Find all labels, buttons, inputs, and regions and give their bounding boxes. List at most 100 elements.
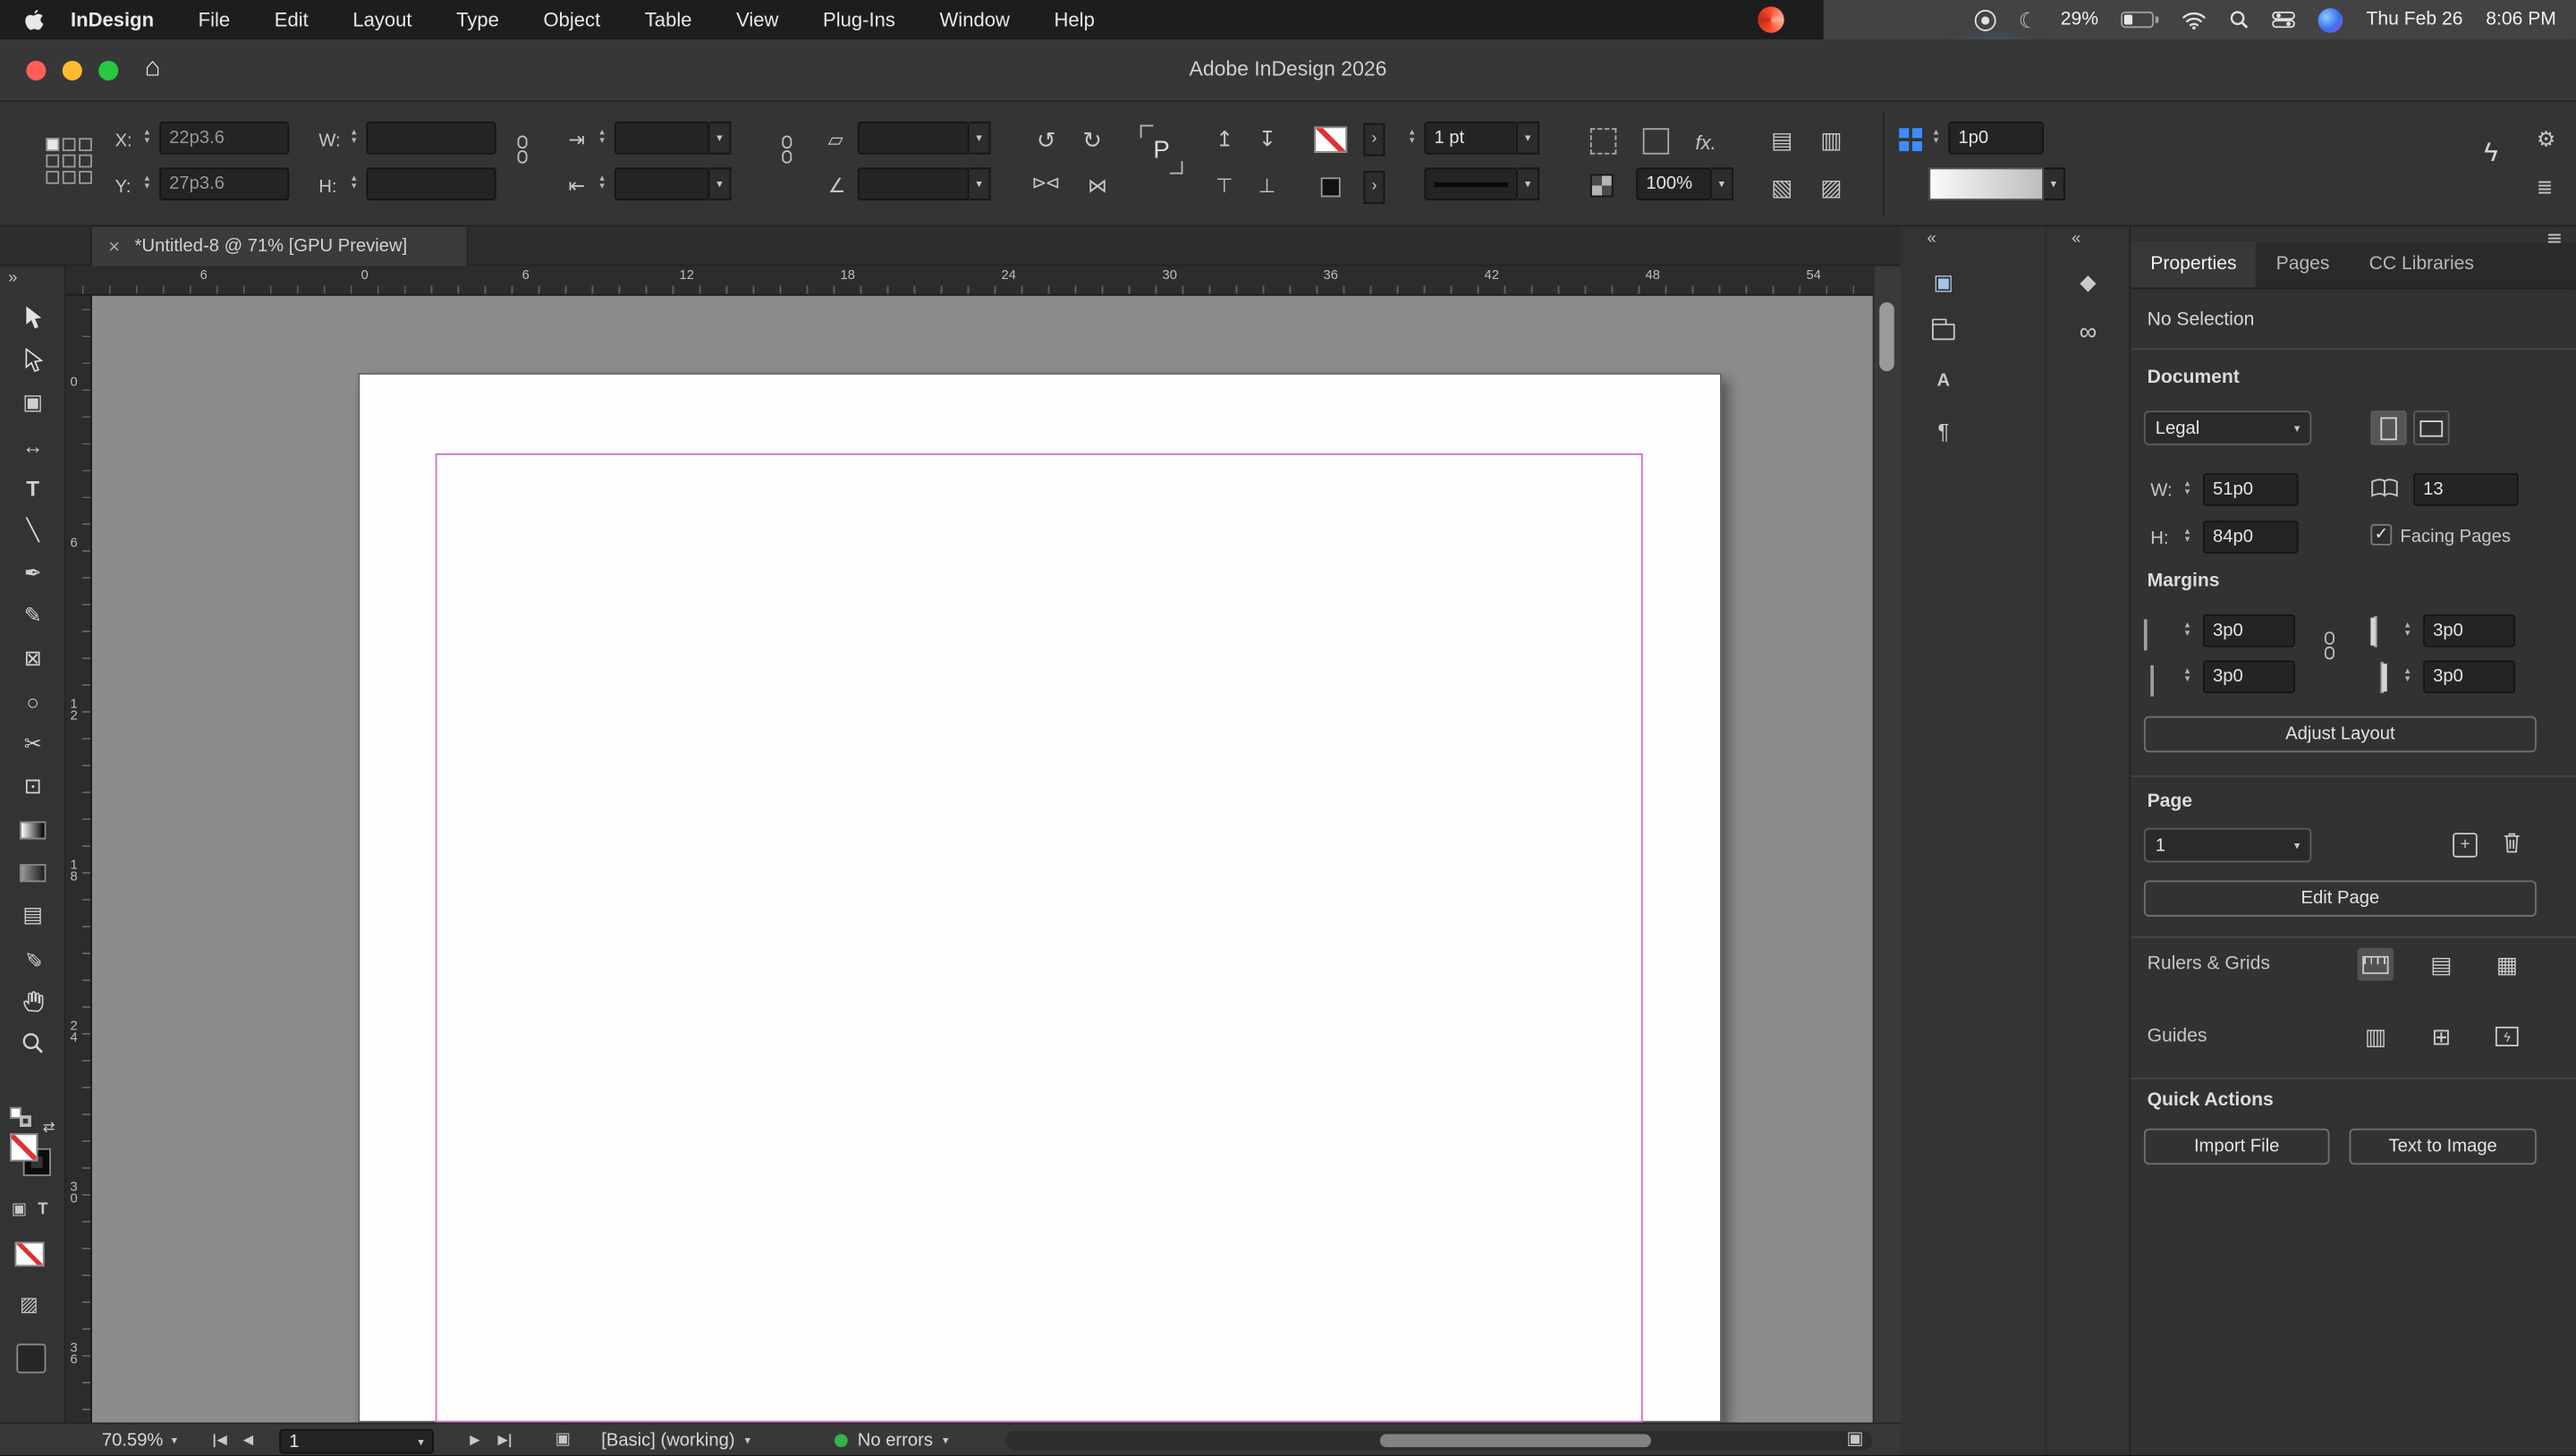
shear-caret[interactable]: [969, 121, 991, 155]
fill-color-swatch[interactable]: [1320, 177, 1341, 198]
tab-cc-libraries[interactable]: CC Libraries: [2350, 241, 2494, 287]
eyedropper-tool[interactable]: ✎: [0, 936, 65, 979]
previous-page-button[interactable]: ◀: [243, 1434, 253, 1447]
page-number-field[interactable]: 1: [279, 1428, 434, 1454]
margin-bottom-field[interactable]: 3p0: [2203, 660, 2295, 694]
preflight-profile-select[interactable]: [Basic] (working): [601, 1424, 750, 1455]
scale-y-stepper[interactable]: [595, 167, 610, 200]
shear-combo[interactable]: [857, 121, 970, 155]
horizontal-scrollbar-track[interactable]: [1005, 1430, 1873, 1451]
scale-y-combo[interactable]: [614, 167, 710, 201]
text-wrap-jump-icon[interactable]: ▨: [1820, 176, 1842, 199]
menu-file[interactable]: File: [199, 8, 231, 31]
siri-icon[interactable]: [2318, 7, 2343, 32]
document-grid-icon[interactable]: ▦: [2489, 948, 2525, 981]
create-guides-icon[interactable]: ⊞: [2423, 1020, 2459, 1054]
menu-table[interactable]: Table: [645, 8, 692, 31]
y-stepper[interactable]: [140, 167, 155, 200]
rectangle-frame-tool[interactable]: ⊠: [0, 638, 65, 681]
note-tool[interactable]: ▤: [0, 893, 65, 936]
column-guides-icon[interactable]: ▥: [2358, 1020, 2394, 1054]
spacing-field[interactable]: 1p0: [1948, 121, 2044, 155]
margin-right-stepper[interactable]: [2400, 614, 2415, 648]
page-fit-icon[interactable]: ▣: [1846, 1430, 1863, 1449]
stroke-style-caret[interactable]: [1518, 167, 1539, 201]
baseline-grid-icon[interactable]: ▤: [2423, 948, 2459, 981]
gradient-feather-tool[interactable]: [0, 851, 65, 893]
text-to-image-button[interactable]: Text to Image: [2349, 1128, 2537, 1165]
width-field[interactable]: [366, 121, 496, 155]
gap-tool[interactable]: ↔: [0, 424, 65, 467]
scale-x-caret[interactable]: [709, 121, 732, 155]
edit-page-button[interactable]: Edit Page: [2143, 880, 2537, 917]
constrain-scale-link-icon[interactable]: [779, 135, 795, 165]
menubar-time[interactable]: 8:06 PM: [2486, 10, 2556, 30]
control-center-icon[interactable]: [2272, 11, 2296, 29]
next-page-button[interactable]: ▶: [470, 1434, 479, 1447]
pencil-tool[interactable]: ✎: [0, 595, 65, 638]
anchor-bottom-icon[interactable]: ⊥: [1258, 176, 1275, 196]
height-field[interactable]: [366, 167, 496, 201]
pen-tool[interactable]: ✒: [0, 552, 65, 595]
gear-icon[interactable]: ⚙: [2537, 128, 2555, 149]
quick-apply-lightning-icon[interactable]: ϟ: [2484, 140, 2498, 167]
grid-layout-icon[interactable]: [1899, 128, 1922, 151]
formatting-affects-text-icon[interactable]: T: [38, 1202, 47, 1218]
free-transform-tool[interactable]: ⊡: [0, 766, 65, 808]
focus-moon-icon[interactable]: ☾: [2019, 9, 2038, 30]
delete-page-button[interactable]: [2502, 831, 2521, 854]
scale-x-stepper[interactable]: [595, 122, 610, 155]
spotlight-search-icon[interactable]: [2230, 10, 2250, 30]
first-page-button[interactable]: ◀: [213, 1434, 227, 1448]
layers-panel-icon[interactable]: ◆: [2065, 263, 2111, 302]
preflight-errors-select[interactable]: No errors: [858, 1424, 949, 1455]
menu-type[interactable]: Type: [456, 8, 499, 31]
facing-pages-checkbox[interactable]: ✓: [2370, 523, 2393, 546]
align-down-icon[interactable]: ↧: [1258, 128, 1276, 149]
menu-edit[interactable]: Edit: [275, 8, 309, 31]
menu-window[interactable]: Window: [940, 8, 1010, 31]
links-panel-icon[interactable]: ∞: [2065, 312, 2111, 351]
apple-menu-icon[interactable]: [23, 7, 45, 32]
control-panel-menu-icon[interactable]: ≣: [2537, 177, 2553, 197]
last-page-button[interactable]: ▶: [498, 1434, 512, 1448]
doc-w-stepper[interactable]: [2180, 473, 2195, 506]
ellipse-tool[interactable]: ○: [0, 680, 65, 723]
paragraph-styles-panel-icon[interactable]: ¶: [1920, 411, 1966, 450]
corner-options-icon[interactable]: [1589, 128, 1617, 155]
rotation-caret[interactable]: [969, 167, 991, 201]
swap-fill-stroke-icon[interactable]: ⇄: [43, 1120, 55, 1136]
type-tool[interactable]: T: [0, 467, 65, 510]
x-field[interactable]: 22p3.6: [159, 121, 290, 155]
stroke-weight-caret[interactable]: [1518, 121, 1539, 155]
stroke-color-menu-button[interactable]: ›: [1363, 123, 1385, 157]
menu-help[interactable]: Help: [1055, 8, 1095, 31]
margin-left-stepper[interactable]: [2400, 660, 2415, 693]
wifi-icon[interactable]: [2182, 11, 2207, 30]
line-tool[interactable]: ╲: [0, 509, 65, 552]
apply-none-swatch[interactable]: [14, 1241, 45, 1267]
tab-properties[interactable]: Properties: [2131, 241, 2257, 288]
effects-button[interactable]: fx.: [1695, 133, 1716, 153]
h-stepper[interactable]: [347, 167, 362, 200]
w-stepper[interactable]: [347, 122, 362, 155]
menubar-app-name[interactable]: InDesign: [71, 8, 154, 31]
scissors-tool[interactable]: ✂: [0, 723, 65, 766]
constrain-proportions-link-icon[interactable]: [514, 135, 530, 165]
doc-height-field[interactable]: 84p0: [2203, 521, 2299, 554]
spacing-stepper[interactable]: [1928, 122, 1944, 155]
collapse-tools-icon[interactable]: »: [8, 270, 17, 287]
frame-options-icon[interactable]: [1642, 128, 1670, 155]
reference-point-grid[interactable]: [46, 138, 92, 184]
fill-proxy-none-swatch[interactable]: [10, 1133, 38, 1162]
character-styles-panel-icon[interactable]: A: [1920, 361, 1966, 401]
text-wrap-none-icon[interactable]: ▤: [1771, 128, 1792, 151]
y-field[interactable]: 27p3.6: [159, 167, 290, 201]
rotate-cw-button[interactable]: ↻: [1082, 128, 1102, 151]
menubar-app-status-icon[interactable]: [1758, 6, 1784, 33]
current-page-select[interactable]: 1: [2143, 827, 2312, 863]
orientation-landscape-button[interactable]: [2413, 411, 2450, 445]
rotate-ccw-button[interactable]: ↺: [1037, 128, 1056, 151]
add-page-button[interactable]: +: [2453, 833, 2478, 858]
margin-top-stepper[interactable]: [2180, 614, 2195, 648]
